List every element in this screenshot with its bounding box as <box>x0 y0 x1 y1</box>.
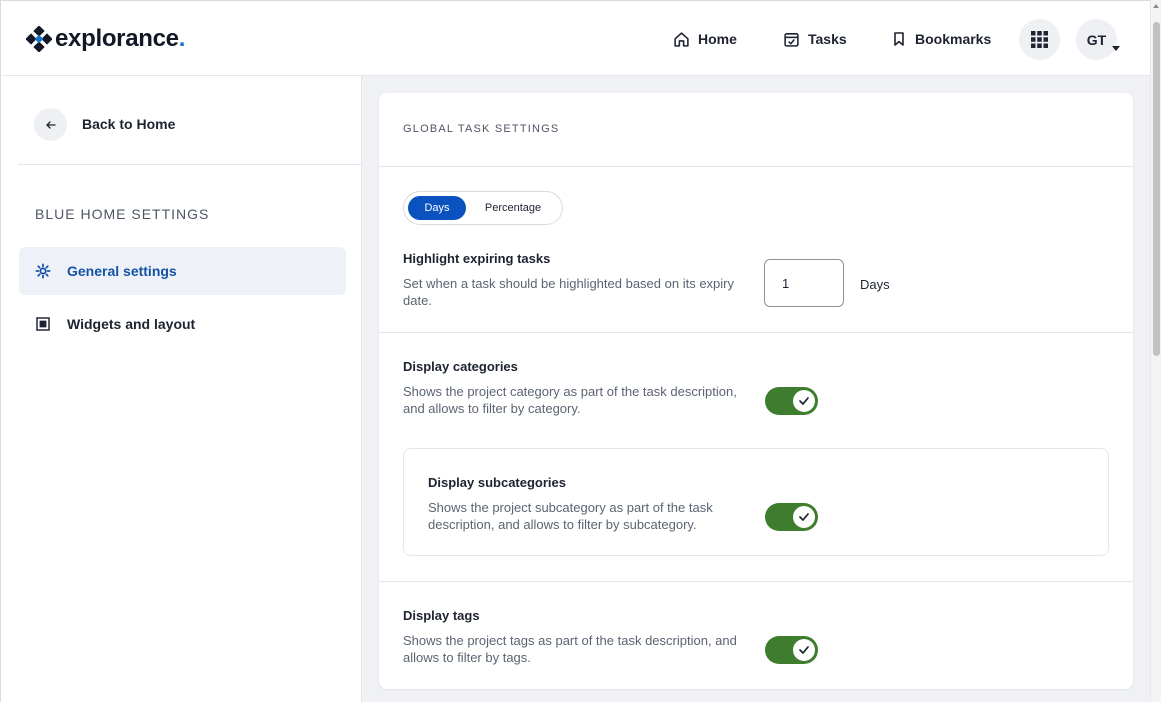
back-to-home[interactable]: Back to Home <box>18 76 362 165</box>
nav-tasks-label: Tasks <box>808 31 847 47</box>
toggle-knob <box>793 639 815 661</box>
check-icon <box>799 397 809 405</box>
sidebar-section-title: BLUE HOME SETTINGS <box>35 206 210 222</box>
segment-days[interactable]: Days <box>408 196 466 220</box>
sidebar-item-widgets-layout[interactable]: Widgets and layout <box>19 300 346 348</box>
sidebar-item-general-settings[interactable]: General settings <box>19 247 346 295</box>
brand-dot: . <box>178 25 186 52</box>
categories-title: Display categories <box>403 359 518 374</box>
subcategories-desc: Shows the project subcategory as part of… <box>428 500 713 532</box>
brand-logo[interactable]: explorance. <box>26 25 185 53</box>
segment-percentage[interactable]: Percentage <box>474 196 552 220</box>
divider <box>379 332 1133 333</box>
avatar-initials: GT <box>1086 31 1107 48</box>
home-icon <box>674 31 689 47</box>
apps-button[interactable] <box>1019 19 1060 60</box>
nav-bookmarks-label: Bookmarks <box>915 31 992 47</box>
brand-name: explorance <box>55 25 179 52</box>
bookmark-icon <box>894 32 904 46</box>
scroll-thumb[interactable] <box>1153 22 1160 356</box>
settings-sidebar: Back to Home BLUE HOME SETTINGS General … <box>0 76 362 702</box>
check-icon <box>799 513 809 521</box>
highlight-days-input[interactable] <box>764 259 844 307</box>
layout-grid-icon <box>36 317 50 331</box>
divider <box>379 166 1133 167</box>
arrow-left-icon <box>45 120 56 129</box>
explorance-logo-icon <box>26 26 52 52</box>
unit-segmented-control: Days Percentage <box>403 191 563 225</box>
user-avatar[interactable]: GT <box>1076 19 1117 60</box>
sidebar-item-label: General settings <box>67 263 177 279</box>
check-icon <box>799 646 809 654</box>
categories-desc: Shows the project category as part of th… <box>403 384 737 416</box>
tags-toggle[interactable] <box>765 636 818 664</box>
tags-desc: Shows the project tags as part of the ta… <box>403 633 737 665</box>
scroll-up-arrow[interactable] <box>1153 4 1159 8</box>
toggle-knob <box>793 506 815 528</box>
top-header: explorance. Home Tasks Bookmarks GT <box>0 0 1150 76</box>
divider <box>379 581 1133 582</box>
back-button[interactable] <box>34 108 67 141</box>
gear-icon <box>35 263 51 279</box>
card-title: GLOBAL TASK SETTINGS <box>403 123 560 135</box>
apps-grid-icon <box>1031 31 1048 48</box>
nav-home-label: Home <box>698 31 737 47</box>
subcategories-panel: Display subcategories Shows the project … <box>403 448 1109 556</box>
nav-tasks[interactable]: Tasks <box>783 1 847 77</box>
main-content: GLOBAL TASK SETTINGS Days Percentage Hig… <box>362 76 1150 702</box>
toggle-knob <box>793 390 815 412</box>
highlight-unit: Days <box>860 277 890 292</box>
tags-title: Display tags <box>403 608 480 623</box>
page-scrollbar[interactable] <box>1150 0 1161 702</box>
back-label: Back to Home <box>82 116 176 132</box>
tasks-icon <box>784 32 799 47</box>
subcategories-toggle[interactable] <box>765 503 818 531</box>
subcategories-title: Display subcategories <box>428 475 566 490</box>
highlight-title: Highlight expiring tasks <box>403 251 551 266</box>
categories-toggle[interactable] <box>765 387 818 415</box>
nav-home[interactable]: Home <box>673 1 737 77</box>
chevron-down-icon[interactable] <box>1112 46 1120 51</box>
highlight-desc: Set when a task should be highlighted ba… <box>403 276 734 308</box>
settings-card: GLOBAL TASK SETTINGS Days Percentage Hig… <box>379 93 1133 689</box>
sidebar-item-label: Widgets and layout <box>67 316 196 332</box>
nav-bookmarks[interactable]: Bookmarks <box>891 1 991 77</box>
